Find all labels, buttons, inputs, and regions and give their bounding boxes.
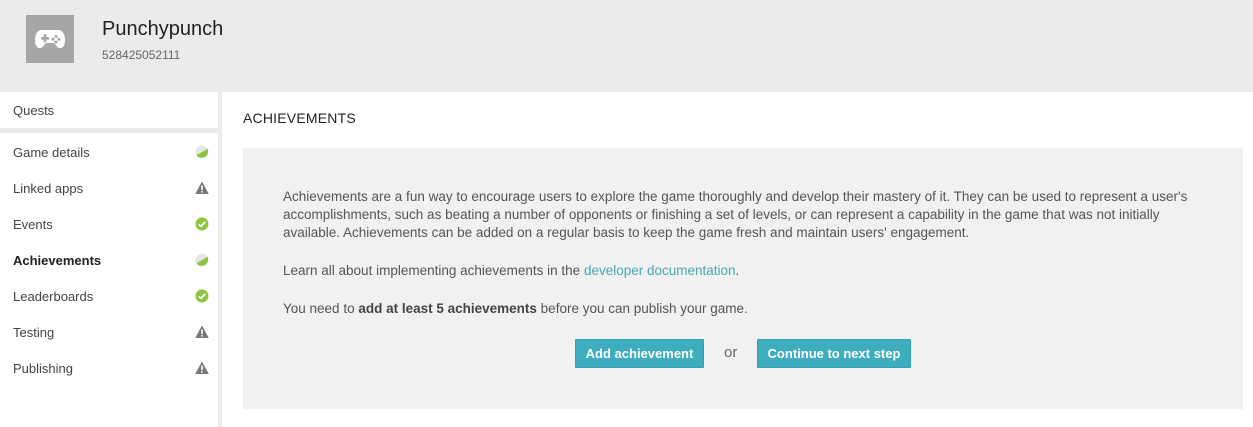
sidebar-item-label: Events	[13, 217, 53, 232]
game-header: Punchypunch 528425052111	[0, 0, 1253, 92]
game-id: 528425052111	[102, 48, 181, 62]
sidebar-item-testing[interactable]: Testing	[0, 314, 218, 350]
sidebar-item-label: Testing	[13, 325, 55, 340]
sidebar-item-label: Leaderboards	[13, 289, 94, 304]
sidebar-item-label: Publishing	[13, 361, 73, 376]
sidebar-item-publishing[interactable]: Publishing	[0, 350, 218, 386]
warning-icon	[195, 325, 209, 338]
check-circle-icon	[195, 217, 209, 231]
game-title: Punchypunch	[102, 18, 224, 40]
sidebar-item-game-details[interactable]: Game details	[0, 134, 218, 170]
sidebar-item-label: Linked apps	[13, 181, 84, 196]
sidebar-item-events[interactable]: Events	[0, 206, 218, 242]
warning-icon	[195, 181, 209, 194]
or-separator: or	[724, 344, 738, 361]
requirement-highlight: add at least 5 achievements	[358, 301, 537, 316]
sidebar-item-achievements[interactable]: Achievements	[0, 242, 218, 278]
sidebar-item-linked-apps[interactable]: Linked apps	[0, 170, 218, 206]
check-circle-icon	[195, 289, 209, 303]
gamepad-icon	[26, 15, 74, 63]
sidebar-item-leaderboards[interactable]: Leaderboards	[0, 278, 218, 314]
page-title: ACHIEVEMENTS	[243, 110, 356, 126]
learn-more-text: Learn all about implementing achievement…	[283, 263, 740, 278]
sidebar-item-label: Game details	[13, 145, 90, 160]
partial-complete-icon	[195, 145, 209, 159]
sidebar-item-label: Quests	[13, 103, 55, 118]
developer-documentation-link[interactable]: developer documentation	[584, 263, 736, 278]
warning-icon	[195, 361, 209, 374]
achievements-description: Achievements are a fun way to encourage …	[283, 189, 1188, 240]
partial-complete-icon	[195, 253, 209, 267]
sidebar-list: Game details Linked apps Events Achievem…	[0, 133, 218, 427]
requirement-text: You need to add at least 5 achievements …	[283, 301, 748, 316]
sidebar-item-label: Achievements	[13, 253, 102, 268]
continue-next-step-button[interactable]: Continue to next step	[757, 339, 911, 368]
add-achievement-button[interactable]: Add achievement	[575, 339, 704, 368]
sidebar-item-quests[interactable]: Quests	[0, 92, 218, 128]
achievements-panel: Achievements are a fun way to encourage …	[243, 148, 1243, 409]
sidebar: Quests Game details Linked apps Events A…	[0, 92, 218, 427]
main-content: ACHIEVEMENTS Achievements are a fun way …	[222, 92, 1253, 427]
